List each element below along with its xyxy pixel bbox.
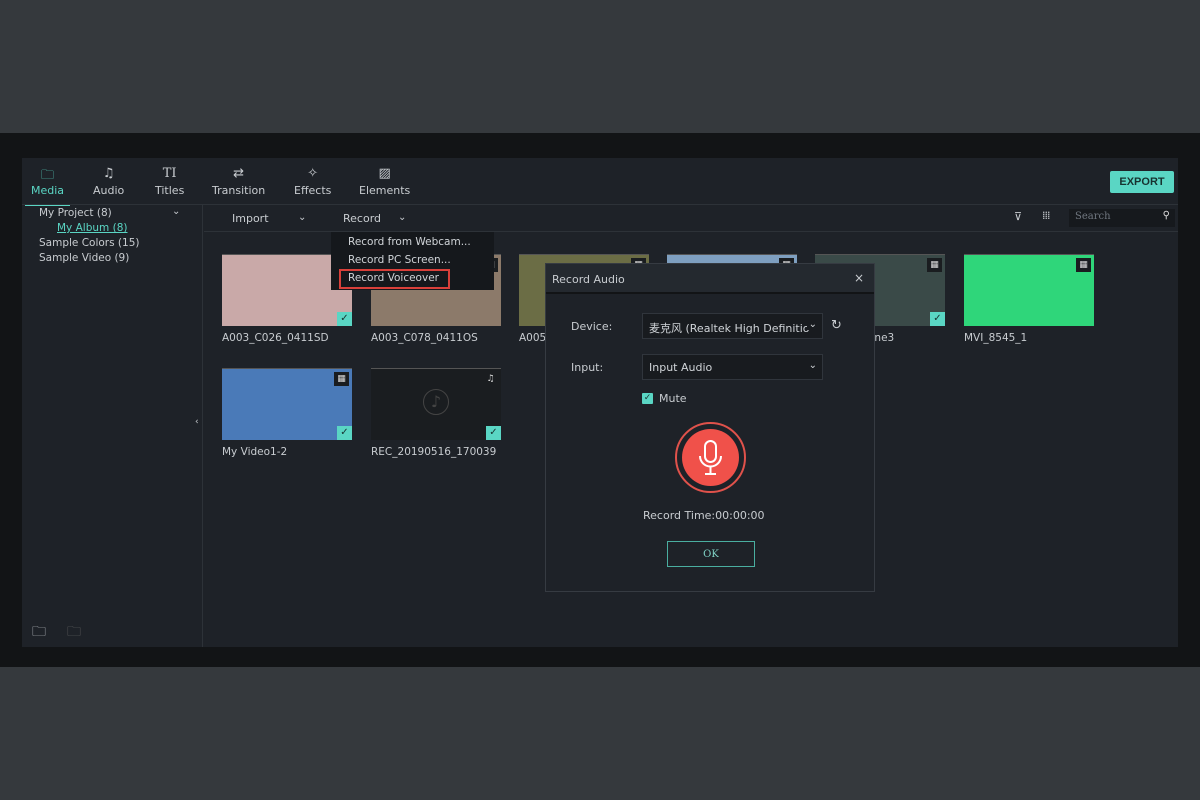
media-thumbnail[interactable]: ▦ (964, 254, 1094, 326)
highlight-box (339, 269, 450, 289)
refresh-icon[interactable]: ↻ (831, 318, 842, 333)
tab-audio[interactable]: ♫ Audio (93, 166, 124, 197)
media-name: A005 (519, 332, 547, 344)
check-icon: ✓ (930, 312, 945, 326)
record-time-label: Record Time: (643, 509, 716, 522)
collapse-handle-icon[interactable]: ‹ (195, 417, 199, 427)
search-icon[interactable]: ⚲ (1163, 210, 1170, 221)
ok-button[interactable]: OK (667, 541, 755, 567)
device-value: 麦克风 (Realtek High Definitio (649, 322, 810, 335)
import-chevron-icon[interactable]: ⌄ (298, 212, 306, 223)
tab-label: Elements (359, 184, 411, 197)
record-button[interactable] (675, 422, 746, 493)
menu-item-record-screen[interactable]: Record PC Screen... (348, 254, 451, 266)
record-chevron-icon[interactable]: ⌄ (398, 212, 406, 223)
tab-label: Media (31, 184, 65, 197)
tab-label: Audio (93, 184, 125, 197)
tab-media[interactable]: 🗀 Media (24, 166, 71, 206)
tab-transition[interactable]: ⇄ Transition (212, 166, 265, 197)
export-button[interactable]: EXPORT (1110, 171, 1174, 193)
transition-icon: ⇄ (233, 166, 245, 181)
video-file-icon: ▦ (1076, 258, 1091, 272)
media-name: A003_C026_0411SD (222, 332, 329, 344)
microphone-icon (699, 440, 722, 475)
audio-file-icon: ♫ (483, 372, 498, 386)
top-tabs: 🗀 Media ♫ Audio TI Titles ⇄ Transition ✧ Effe… (22, 158, 1178, 206)
video-file-icon: ▦ (334, 372, 349, 386)
record-button[interactable]: Record (343, 212, 381, 225)
media-name: A003_C078_0411OS (371, 332, 478, 344)
sidebar-item-sample-video[interactable]: Sample Video (9) (39, 252, 129, 264)
sidebar-item-sample-colors[interactable]: Sample Colors (15) (39, 237, 139, 249)
tab-titles[interactable]: TI Titles (155, 166, 184, 197)
input-label: Input: (571, 361, 604, 374)
device-label: Device: (571, 320, 613, 333)
import-button[interactable]: Import (232, 212, 269, 225)
filter-icon[interactable]: ⊽ (1014, 210, 1022, 223)
check-icon: ✓ (486, 426, 501, 440)
media-thumbnail[interactable]: ♫ ♪ ✓ (371, 368, 501, 440)
record-audio-dialog: Record Audio × Device: 麦克风 (Realtek High … (545, 263, 875, 592)
tab-label: Effects (294, 184, 332, 197)
media-name: My Video1-2 (222, 446, 288, 458)
mute-checkbox[interactable]: ✓ (642, 393, 653, 404)
input-select[interactable]: Input Audio ⌄ (642, 354, 823, 380)
folder-icon: 🗀 (41, 168, 55, 183)
image-icon: ▨ (378, 166, 391, 181)
music-disc-icon: ♪ (423, 389, 449, 415)
tab-label: Transition (212, 184, 266, 197)
search-placeholder: Search (1075, 211, 1111, 222)
input-value: Input Audio (649, 361, 713, 374)
record-time-value: 00:00:00 (715, 509, 765, 522)
grid-view-icon[interactable]: ⁞⁞⁞ (1042, 209, 1050, 222)
chevron-down-icon: ⌄ (806, 319, 817, 330)
media-toolbar: Import ⌄ Record ⌄ ⊽ ⁞⁞⁞ Search ⚲ (204, 205, 1178, 232)
sidebar-item-my-album[interactable]: My Album (8) (57, 222, 127, 234)
chevron-down-icon: ⌄ (808, 360, 817, 371)
tab-effects[interactable]: ✧ Effects (294, 166, 331, 197)
tab-elements[interactable]: ▨ Elements (359, 166, 410, 197)
media-name: REC_20190516_170039 (371, 446, 497, 458)
delete-folder-icon[interactable]: 🗀 (67, 621, 81, 645)
check-icon: ✓ (337, 426, 352, 440)
chevron-down-icon[interactable]: ⌄ (172, 206, 180, 217)
sidebar-item-my-project[interactable]: My Project (8) (39, 207, 112, 219)
check-icon: ✓ (337, 312, 352, 326)
record-time: Record Time:00:00:00 (643, 509, 765, 522)
media-thumbnail[interactable]: ▦✓ (222, 368, 352, 440)
tab-label: Titles (155, 184, 185, 197)
new-folder-icon[interactable]: 🗀 (32, 621, 46, 645)
media-name: MVI_8545_1 (964, 332, 1028, 344)
record-circle (682, 429, 739, 486)
sidebar: My Project (8) ⌄ My Album (8) Sample Col… (22, 205, 203, 647)
effects-icon: ✧ (307, 166, 319, 181)
dialog-title: Record Audio (552, 273, 625, 286)
music-note-icon: ♫ (102, 166, 115, 181)
video-file-icon: ▦ (927, 258, 942, 272)
mute-label: Mute (659, 392, 687, 405)
menu-item-record-webcam[interactable]: Record from Webcam... (348, 236, 471, 248)
text-icon: TI (162, 166, 177, 181)
device-select[interactable]: 麦克风 (Realtek High Definitio ⌄ (642, 313, 823, 339)
close-icon[interactable]: × (854, 271, 864, 285)
search-input[interactable]: Search ⚲ (1069, 209, 1175, 227)
dialog-title-bar: Record Audio × (546, 264, 874, 294)
